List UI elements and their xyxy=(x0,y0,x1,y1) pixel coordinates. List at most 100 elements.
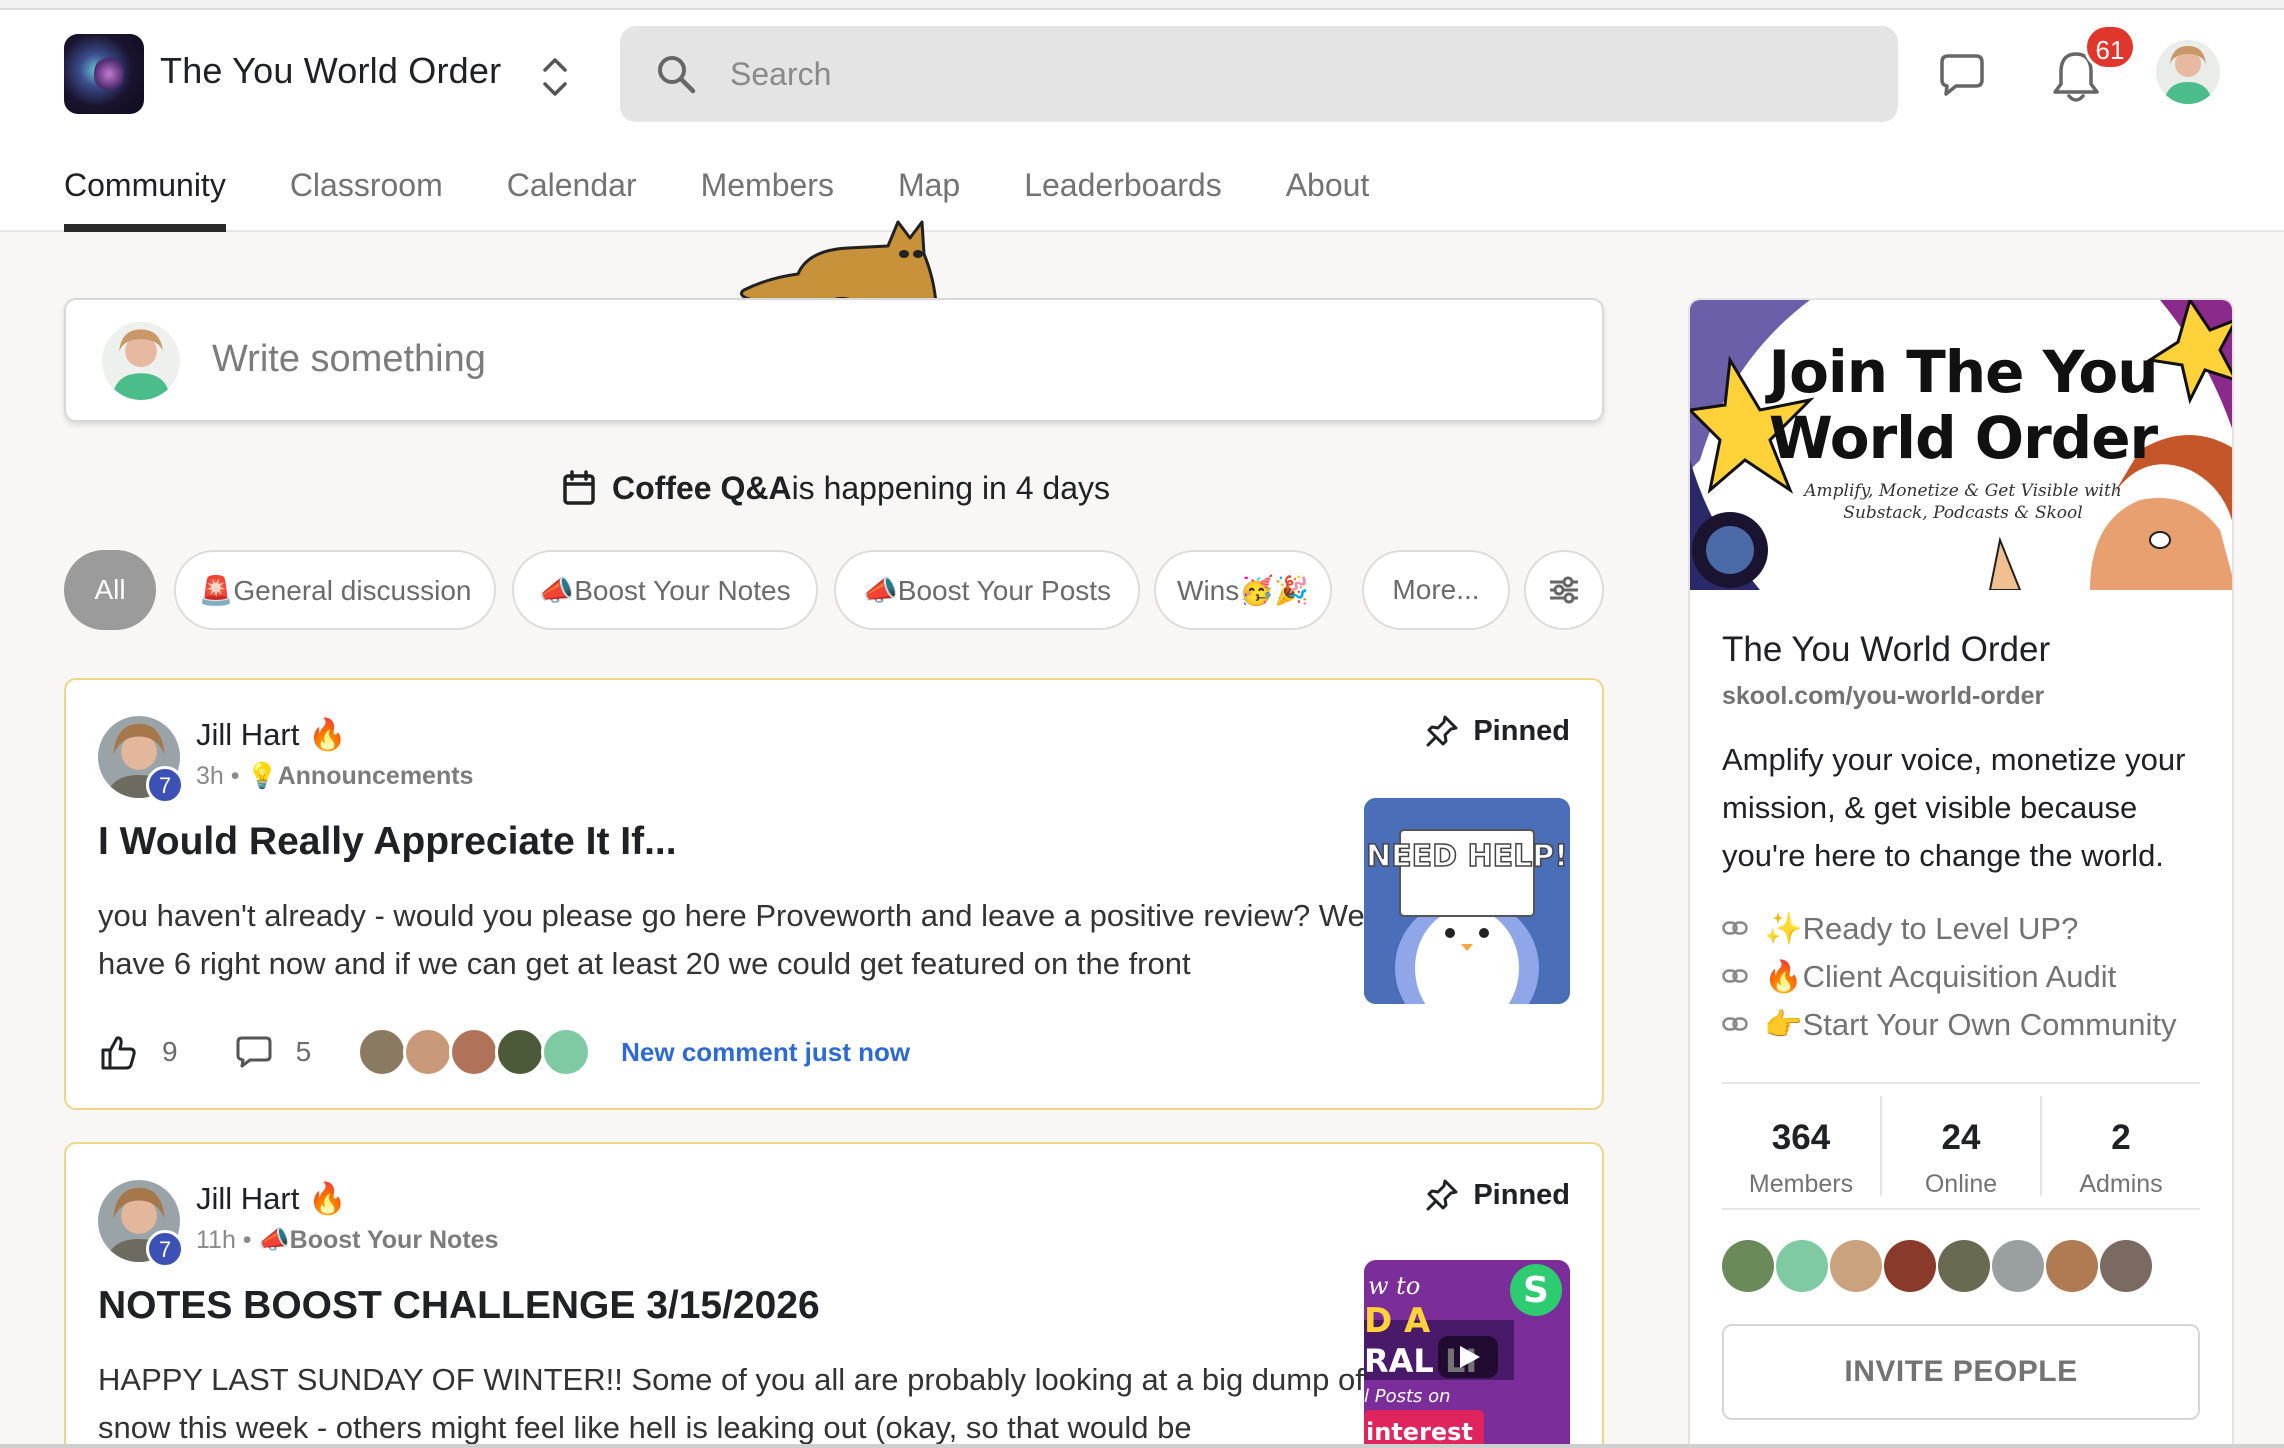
post-meta: 11h • 📣Boost Your Notes xyxy=(196,1226,499,1254)
commenter-avatar[interactable] xyxy=(357,1027,408,1077)
filter-boost-your-notes[interactable]: 📣Boost Your Notes xyxy=(512,550,818,630)
link-icon xyxy=(1722,969,1748,983)
member-avatars xyxy=(1722,1240,2154,1292)
group-title: The You World Order xyxy=(1722,630,2051,669)
member-avatar[interactable] xyxy=(2100,1240,2152,1292)
banner-title-line-2: World Order xyxy=(1768,404,2158,472)
author-name[interactable]: Jill Hart xyxy=(196,1181,299,1216)
commenter-avatar[interactable] xyxy=(449,1027,500,1077)
event-name[interactable]: Coffee Q&A xyxy=(612,470,792,507)
pin-icon xyxy=(1426,715,1458,747)
post-thumbnail[interactable]: NEED HELP! xyxy=(1364,798,1570,1004)
post-composer[interactable]: Write something xyxy=(64,298,1604,422)
user-avatar[interactable] xyxy=(2156,40,2220,104)
pinned-label: Pinned xyxy=(1473,1178,1570,1211)
search-icon xyxy=(658,56,696,94)
author-emoji: 🔥 xyxy=(307,717,347,752)
group-link[interactable]: ✨Ready to Level UP? xyxy=(1722,904,2212,952)
filter-more[interactable]: More... xyxy=(1362,550,1510,630)
link-icon xyxy=(1722,921,1748,935)
filter-general-discussion[interactable]: 🚨General discussion xyxy=(174,550,496,630)
composer-avatar xyxy=(102,322,180,400)
pin-icon xyxy=(1426,1179,1458,1211)
author-level-badge: 7 xyxy=(146,1230,184,1268)
author-emoji: 🔥 xyxy=(307,1181,347,1216)
filter-boost-your-posts[interactable]: 📣Boost Your Posts xyxy=(834,550,1140,630)
tab-leaderboards[interactable]: Leaderboards xyxy=(1024,150,1221,232)
link-icon xyxy=(1722,1017,1748,1031)
member-avatar[interactable] xyxy=(1992,1240,2044,1292)
filter-settings-button[interactable] xyxy=(1524,550,1604,630)
member-avatar[interactable] xyxy=(1830,1240,1882,1292)
group-link-label[interactable]: 🔥Client Acquisition Audit xyxy=(1764,958,2116,995)
group-url[interactable]: skool.com/you-world-order xyxy=(1722,682,2044,711)
group-stats: 364 Members 24 Online 2 Admins xyxy=(1722,1082,2200,1210)
composer-placeholder[interactable]: Write something xyxy=(212,338,486,381)
post-category[interactable]: 💡Announcements xyxy=(246,762,473,790)
banner-subtitle-line-1: Amplify, Monetize & Get Visible with xyxy=(1804,481,2122,501)
group-link[interactable]: 🔥Client Acquisition Audit xyxy=(1722,952,2212,1000)
upcoming-event-banner[interactable]: Coffee Q&A is happening in 4 days xyxy=(562,466,1110,510)
group-link[interactable]: 👉Start Your Own Community xyxy=(1722,1000,2212,1048)
stat-online[interactable]: 24 Online xyxy=(1882,1096,2042,1198)
like-count: 9 xyxy=(162,1036,178,1067)
browser-top-edge xyxy=(0,0,2284,10)
tab-about[interactable]: About xyxy=(1286,150,1370,232)
commenter-avatar[interactable] xyxy=(495,1027,546,1077)
group-name[interactable]: The You World Order xyxy=(160,50,501,92)
page-bottom-edge xyxy=(0,1444,2284,1448)
group-switcher-icon[interactable] xyxy=(538,52,572,102)
group-link-label[interactable]: ✨Ready to Level UP? xyxy=(1764,910,2078,947)
filter-wins[interactable]: Wins🥳🎉 xyxy=(1154,550,1332,630)
commenter-avatar[interactable] xyxy=(541,1027,592,1077)
search-bar[interactable] xyxy=(620,26,1898,122)
member-avatar[interactable] xyxy=(2046,1240,2098,1292)
commenter-avatar[interactable] xyxy=(403,1027,454,1077)
post-title[interactable]: I Would Really Appreciate It If... xyxy=(98,820,677,864)
group-link-label[interactable]: 👉Start Your Own Community xyxy=(1764,1006,2176,1043)
top-header: The You World Order 61 Community Classro… xyxy=(0,10,2284,232)
new-comment-link[interactable]: New comment just now xyxy=(621,1037,910,1068)
banner-subtitle-line-2: Substack, Podcasts & Skool xyxy=(1843,503,2083,523)
group-cover-banner[interactable]: Join The You World Order Amplify, Moneti… xyxy=(1690,300,2232,590)
stat-admins[interactable]: 2 Admins xyxy=(2042,1096,2200,1198)
comment-icon[interactable] xyxy=(234,1034,274,1070)
author-name[interactable]: Jill Hart xyxy=(196,717,299,752)
stat-members[interactable]: 364 Members xyxy=(1722,1096,1882,1198)
stat-value: 2 xyxy=(2111,1118,2131,1157)
post-meta: 3h • 💡Announcements xyxy=(196,762,474,790)
chat-icon[interactable] xyxy=(1936,50,1988,102)
member-avatar[interactable] xyxy=(1776,1240,1828,1292)
post-author[interactable]: Jill Hart 🔥 xyxy=(196,1180,347,1217)
tab-classroom[interactable]: Classroom xyxy=(290,150,443,232)
stat-value: 24 xyxy=(1941,1118,1981,1157)
tab-calendar[interactable]: Calendar xyxy=(507,150,637,232)
member-avatar[interactable] xyxy=(1938,1240,1990,1292)
stat-value: 364 xyxy=(1771,1118,1831,1157)
invite-people-button[interactable]: INVITE PEOPLE xyxy=(1722,1324,2200,1420)
filter-all[interactable]: All xyxy=(64,550,156,630)
banner-title-line-1: Join The You xyxy=(1768,338,2159,406)
stat-label: Online xyxy=(1924,1170,1998,1198)
member-avatar[interactable] xyxy=(1722,1240,1774,1292)
post-title[interactable]: NOTES BOOST CHALLENGE 3/15/2026 xyxy=(98,1284,820,1328)
search-input[interactable] xyxy=(730,26,1830,122)
post-excerpt[interactable]: HAPPY LAST SUNDAY OF WINTER!! Some of yo… xyxy=(98,1356,1368,1448)
commenter-avatars xyxy=(357,1027,592,1077)
group-logo[interactable] xyxy=(64,34,144,114)
post-category[interactable]: 📣Boost Your Notes xyxy=(259,1226,499,1254)
like-icon[interactable] xyxy=(98,1032,138,1072)
post-author[interactable]: Jill Hart 🔥 xyxy=(196,716,347,753)
member-avatar[interactable] xyxy=(1884,1240,1936,1292)
thumbnail-text: l Posts on xyxy=(1364,1386,1451,1407)
group-info-card: Join The You World Order Amplify, Moneti… xyxy=(1688,298,2234,1448)
post-video-thumbnail[interactable]: S w to D A RAL LI l Posts on interest xyxy=(1364,1260,1570,1448)
post-card[interactable]: 7 Jill Hart 🔥 11h • 📣Boost Your Notes Pi… xyxy=(64,1142,1604,1448)
tab-community[interactable]: Community xyxy=(64,150,226,232)
post-excerpt[interactable]: you haven't already - would you please g… xyxy=(98,892,1368,988)
post-card[interactable]: 7 Jill Hart 🔥 3h • 💡Announcements Pinned… xyxy=(64,678,1604,1110)
comment-count: 5 xyxy=(295,1036,312,1067)
author-level-badge: 7 xyxy=(146,766,184,804)
pinned-label: Pinned xyxy=(1473,714,1570,747)
stat-label: Members xyxy=(1748,1170,1854,1198)
